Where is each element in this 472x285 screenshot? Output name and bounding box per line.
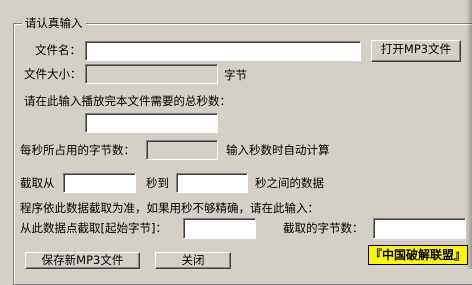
total-seconds-prompt: 请在此输入播放完本文件需要的总秒数： [24,94,231,108]
range-between-note: 秒之间的数据 [255,176,324,190]
start-byte-label: 从此数据点截取[起始字节]： [20,221,167,235]
range-sec-to-label: 秒到 [146,176,169,190]
file-size-label: 文件大小： [24,67,82,81]
watermark-stamp: 『中国破解联盟』 [368,245,468,265]
close-button[interactable]: 关闭 [155,252,231,269]
byte-length-label: 截取的字节数： [283,221,364,235]
file-size-field [85,64,218,84]
file-size-unit: 字节 [224,68,247,82]
save-mp3-button-label: 保存新MP3文件 [41,253,124,267]
close-button-label: 关闭 [181,253,205,267]
range-from-label: 截取从 [20,176,55,190]
window-shadow-edge [466,0,472,269]
start-byte-input[interactable] [183,218,256,239]
file-name-input[interactable] [85,41,361,61]
auto-calc-note: 输入秒数时自动计算 [226,143,330,157]
byte-length-input[interactable] [373,218,466,239]
precision-note: 程序依此数据截取为准，如果用秒不够精确，请在此输入： [20,201,319,215]
bytes-per-second-label: 每秒所占用的字节数： [20,143,135,157]
bytes-per-second-field [146,140,218,160]
save-mp3-button[interactable]: 保存新MP3文件 [25,252,140,269]
open-mp3-button[interactable]: 打开MP3文件 [371,40,461,62]
open-mp3-button-label: 打开MP3文件 [380,42,452,56]
file-name-label: 文件名： [35,43,81,57]
group-title: 请认真输入 [22,16,86,30]
total-seconds-input[interactable] [85,113,218,133]
range-end-seconds-input[interactable] [176,173,248,193]
range-start-seconds-input[interactable] [63,173,136,193]
